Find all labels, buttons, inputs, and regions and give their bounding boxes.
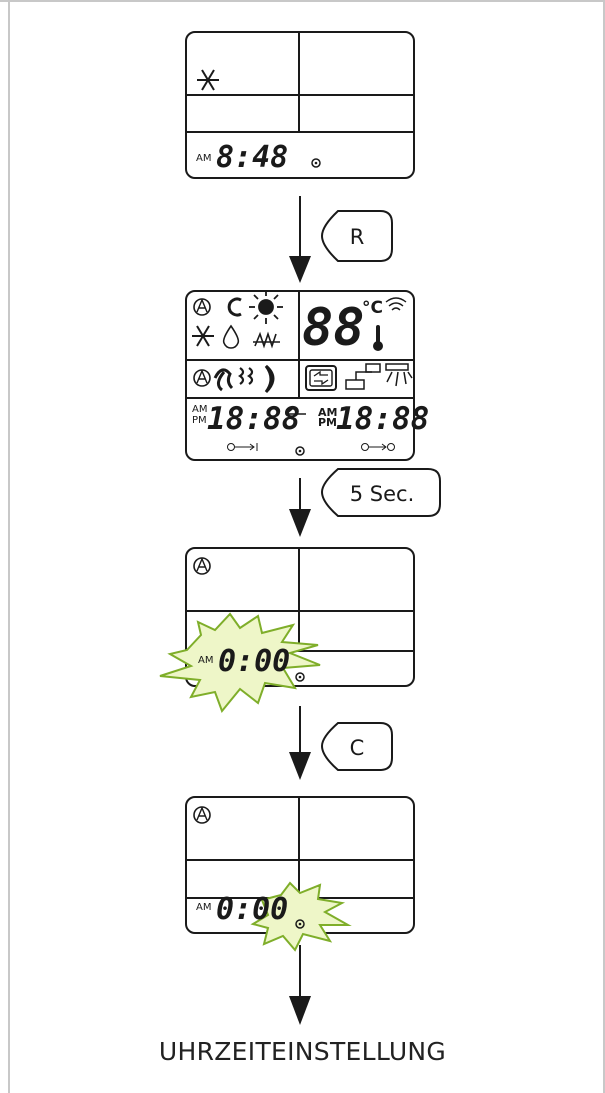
- louver-icon: [385, 363, 413, 387]
- on-timer-time: 18:88: [207, 401, 300, 437]
- am-indicator: AM: [198, 655, 213, 666]
- clock-time-flashing: 0:00: [218, 644, 290, 679]
- five-seconds-button[interactable]: 5 Sec.: [320, 468, 441, 517]
- r-button-label: R: [350, 225, 365, 249]
- pm-indicator-2: PM: [318, 416, 337, 429]
- cycle-icon: [227, 297, 242, 317]
- celsius-unit: °C: [362, 298, 383, 318]
- lcd-panel-2: 88 °C AM PM 18:88 AM PM 18:88: [185, 290, 429, 461]
- unit-icon: [345, 363, 381, 390]
- five-seconds-button-label: 5 Sec.: [350, 482, 415, 506]
- am-indicator: AM: [196, 153, 211, 164]
- swing-icon: [305, 365, 337, 391]
- wind-level-icon: [238, 367, 254, 385]
- timer-on-icon: [227, 443, 258, 451]
- flow-arrow-1: [289, 196, 311, 283]
- flow-arrow-2: [289, 478, 311, 537]
- lcd-panel-4: AM 0:00: [185, 796, 415, 952]
- clock-time: 8:48: [216, 140, 288, 175]
- auto-icon: [193, 369, 211, 387]
- moon-icon: [264, 364, 275, 394]
- fan-icon: [213, 368, 234, 392]
- timer-off-icon: [361, 443, 395, 451]
- flow-arrow-4: [289, 945, 311, 1025]
- procedure-diagram: AM 8:48 R 88 °C AM PM 18:88 AM PM 18:88 …: [159, 31, 441, 1025]
- am-indicator: AM: [196, 902, 211, 913]
- auto-icon: [193, 557, 211, 575]
- droplet-icon: [222, 324, 240, 349]
- sun-icon: [249, 290, 283, 324]
- c-button-label: C: [350, 736, 365, 760]
- snowflake-icon: [197, 69, 219, 91]
- temperature-digits: 88: [302, 298, 365, 358]
- clock-time-minutes-flashing: 0:00: [216, 892, 288, 927]
- auto-icon: [193, 298, 211, 316]
- heat-icon: [253, 331, 280, 349]
- diagram-caption: UHRZEITEINSTELLUNG: [158, 1037, 447, 1066]
- lcd-panel-1: AM 8:48: [185, 31, 415, 179]
- c-button[interactable]: C: [320, 722, 393, 771]
- auto-icon: [193, 806, 211, 824]
- lcd-panel-3: AM 0:00: [159, 547, 415, 713]
- snowflake-icon: [192, 325, 214, 347]
- flow-arrow-3: [289, 706, 311, 780]
- signal-icon: [385, 297, 407, 311]
- off-timer-time: 18:88: [336, 401, 429, 437]
- am-indicator: AM: [192, 404, 207, 415]
- r-button[interactable]: R: [320, 210, 393, 262]
- thermometer-icon: [373, 325, 383, 351]
- pm-indicator: PM: [192, 415, 207, 426]
